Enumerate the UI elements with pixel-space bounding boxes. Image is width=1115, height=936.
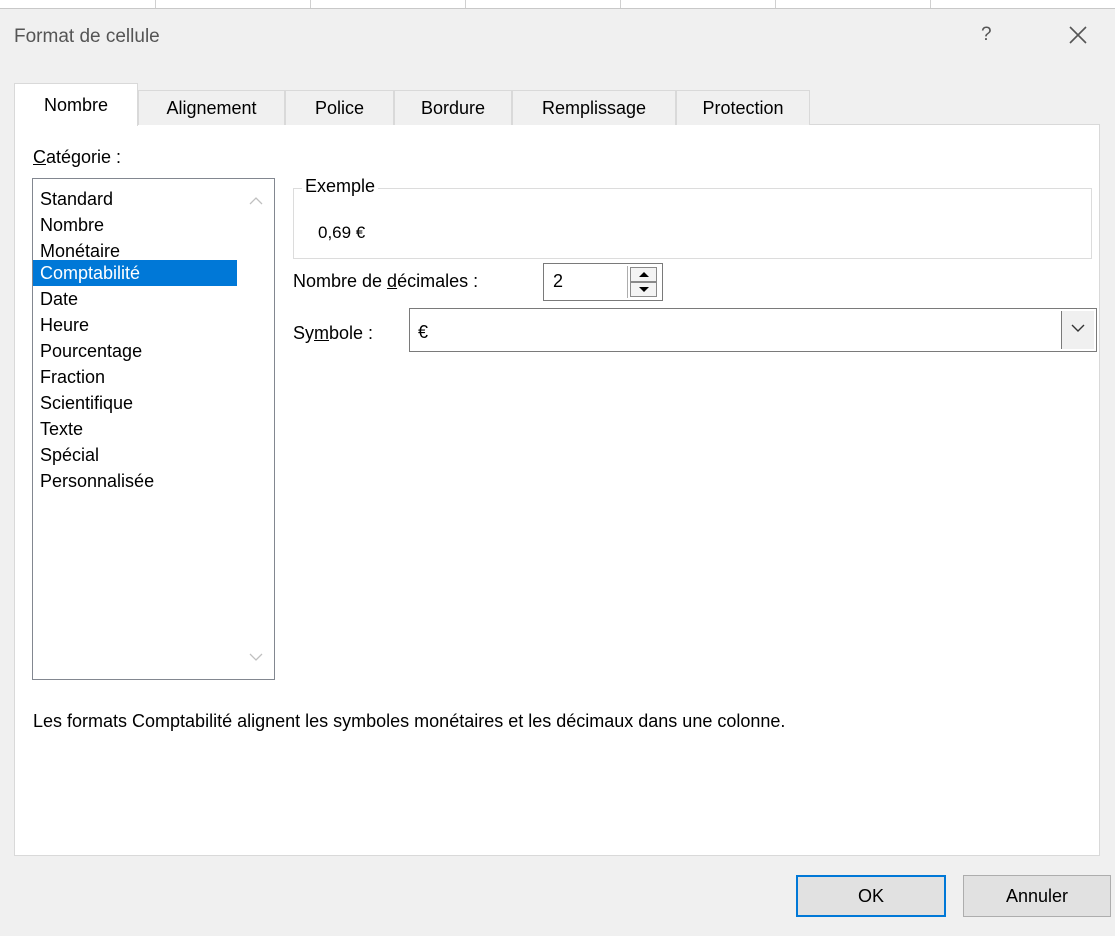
category-label: Catégorie : (33, 147, 122, 167)
example-legend: Exemple (302, 176, 379, 197)
category-listbox[interactable]: Standard Nombre Monétaire Comptabilité D… (32, 178, 275, 680)
list-item-personnalisee[interactable]: Personnalisée (33, 468, 237, 494)
chevron-down-icon (1071, 324, 1085, 332)
format-description: Les formats Comptabilité alignent les sy… (33, 711, 786, 731)
list-item-comptabilite[interactable]: Comptabilité (33, 260, 237, 286)
list-item-fraction[interactable]: Fraction (33, 364, 237, 390)
chevron-up-icon (249, 197, 263, 205)
list-item-scientifique[interactable]: Scientifique (33, 390, 237, 416)
close-button[interactable] (1065, 22, 1091, 48)
ok-button[interactable]: OK (796, 875, 946, 917)
symbol-dropdown[interactable] (409, 308, 1097, 352)
tab-protection[interactable]: Protection (676, 90, 810, 125)
list-item-special[interactable]: Spécial (33, 442, 237, 468)
list-item-nombre[interactable]: Nombre (33, 212, 237, 238)
symbol-label: Symbole : (293, 323, 374, 343)
tab-police[interactable]: Police (285, 90, 394, 125)
decimals-spin-buttons (627, 266, 660, 298)
list-item-date[interactable]: Date (33, 286, 237, 312)
tab-alignement[interactable]: Alignement (138, 90, 285, 125)
cancel-button[interactable]: Annuler (963, 875, 1111, 917)
list-item-heure[interactable]: Heure (33, 312, 237, 338)
dialog-title: Format de cellule (14, 26, 160, 47)
tab-bordure[interactable]: Bordure (394, 90, 512, 125)
chevron-down-icon (249, 653, 263, 661)
symbol-dropdown-button[interactable] (1061, 311, 1094, 349)
example-group-box (293, 188, 1092, 259)
symbol-value[interactable]: € (418, 322, 428, 343)
scroll-down-button[interactable] (246, 649, 266, 665)
example-value: 0,69 € (318, 223, 366, 242)
tab-nombre[interactable]: Nombre (14, 83, 138, 126)
list-item-pourcentage[interactable]: Pourcentage (33, 338, 237, 364)
list-item-texte[interactable]: Texte (33, 416, 237, 442)
spin-down-button[interactable] (630, 282, 657, 297)
list-item-standard[interactable]: Standard (33, 186, 237, 212)
triangle-down-icon (638, 287, 649, 292)
triangle-up-icon (638, 272, 649, 277)
background-window-edge (0, 0, 1115, 9)
help-button[interactable]: ? (981, 24, 992, 46)
scroll-up-button[interactable] (246, 193, 266, 209)
close-icon (1069, 26, 1087, 44)
decimals-label: Nombre de décimales : (293, 271, 479, 291)
decimals-value[interactable]: 2 (553, 271, 563, 292)
spin-up-button[interactable] (630, 267, 657, 282)
tab-remplissage[interactable]: Remplissage (512, 90, 676, 125)
